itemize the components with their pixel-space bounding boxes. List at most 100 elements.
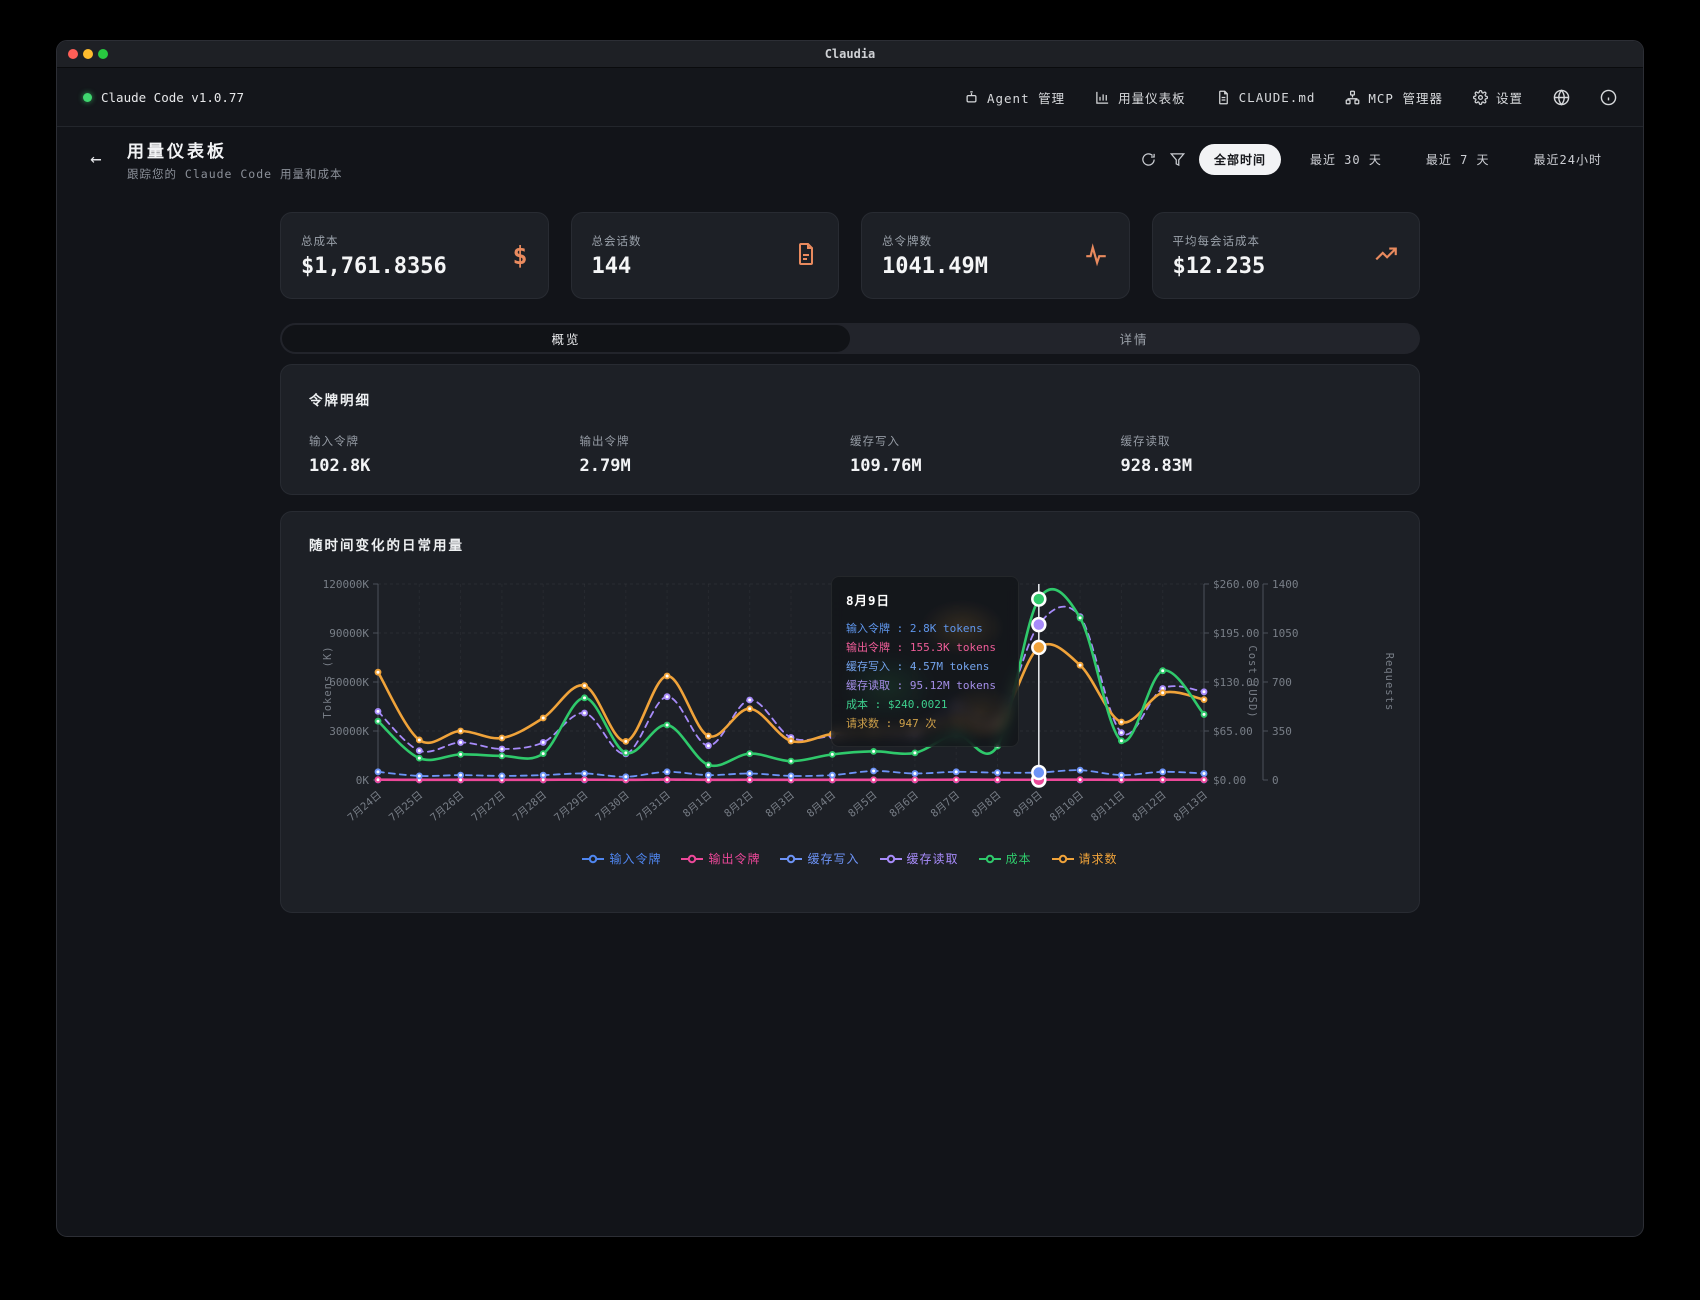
svg-text:1400: 1400: [1272, 578, 1299, 591]
stat-card-total-cost: 总成本 $1,761.8356 $: [280, 212, 549, 299]
svg-text:$0.00: $0.00: [1213, 774, 1246, 787]
token-stat-label: 输入令牌: [309, 433, 580, 449]
gear-icon: [1473, 90, 1488, 105]
svg-text:$195.00: $195.00: [1213, 627, 1259, 640]
svg-text:7月24日: 7月24日: [346, 789, 384, 824]
network-icon: [1345, 90, 1360, 105]
dollar-icon: $: [512, 241, 527, 270]
svg-text:0K: 0K: [356, 774, 370, 787]
filter-last-30-days[interactable]: 最近 30 天: [1295, 144, 1397, 175]
legend-cache-read[interactable]: 缓存读取: [880, 850, 959, 867]
svg-text:7月25日: 7月25日: [387, 789, 425, 824]
svg-text:8月8日: 8月8日: [970, 789, 1003, 820]
daily-usage-chart-card: 随时间变化的日常用量 0K $0.00 0 30000K $65.00 350 60000K…: [280, 511, 1420, 913]
nav-label: Agent 管理: [987, 88, 1065, 107]
nav-claude-md[interactable]: CLAUDE.md: [1216, 90, 1316, 105]
stat-label: 总令牌数: [882, 233, 988, 249]
filter-last-7-days[interactable]: 最近 7 天: [1411, 144, 1505, 175]
info-icon[interactable]: [1600, 89, 1617, 106]
page-header: ← 用量仪表板 跟踪您的 Claude Code 用量和成本 全部时间 最近 3…: [57, 127, 1643, 191]
svg-text:8月10日: 8月10日: [1048, 789, 1086, 824]
svg-text:7月26日: 7月26日: [428, 789, 466, 824]
status-dot-icon: [83, 93, 92, 102]
stat-label: 总会话数: [592, 233, 642, 249]
svg-text:$65.00: $65.00: [1213, 725, 1253, 738]
token-stat-cache-read: 缓存读取 928.83M: [1121, 433, 1392, 476]
nav-mcp-manager[interactable]: MCP 管理器: [1345, 88, 1443, 107]
tab-overview[interactable]: 概览: [282, 325, 850, 352]
token-stat-cache-write: 缓存写入 109.76M: [850, 433, 1121, 476]
stat-value: 144: [592, 254, 642, 279]
token-breakdown-title: 令牌明细: [309, 389, 1391, 409]
chart-title: 随时间变化的日常用量: [301, 534, 1399, 554]
activity-icon: [1083, 241, 1109, 271]
tooltip-row-input: 输入令牌 : 2.8K tokens: [846, 619, 1004, 638]
chart-legend: 输入令牌 输出令牌 缓存写入 缓存读取 成本 请求数: [301, 850, 1399, 867]
app-nav: Agent 管理 用量仪表板 CLAUDE.md MCP 管理器 设置: [964, 88, 1617, 107]
token-stat-output: 输出令牌 2.79M: [580, 433, 851, 476]
svg-text:0: 0: [1272, 774, 1279, 787]
svg-text:7月30日: 7月30日: [593, 789, 631, 824]
filter-last-24-hours[interactable]: 最近24小时: [1519, 144, 1617, 175]
app-header: Claude Code v1.0.77 Agent 管理 用量仪表板 CLAUD…: [57, 68, 1643, 127]
nav-agent-manager[interactable]: Agent 管理: [964, 88, 1065, 107]
svg-text:8月5日: 8月5日: [846, 789, 879, 820]
filter-icon[interactable]: [1170, 152, 1185, 167]
svg-text:60000K: 60000K: [329, 676, 369, 689]
svg-text:700: 700: [1272, 676, 1292, 689]
legend-line-icon: [979, 854, 1001, 864]
titlebar: Claudia: [57, 41, 1643, 68]
tooltip-row-cache-read: 缓存读取 : 95.12M tokens: [846, 676, 1004, 695]
stat-label: 总成本: [301, 233, 447, 249]
svg-text:Requests: Requests: [1383, 653, 1395, 712]
filter-all-time[interactable]: 全部时间: [1199, 144, 1281, 175]
token-stat-label: 缓存读取: [1121, 433, 1392, 449]
svg-text:7月28日: 7月28日: [511, 789, 549, 824]
svg-text:8月7日: 8月7日: [929, 789, 962, 820]
svg-text:Tokens (K): Tokens (K): [322, 645, 334, 718]
globe-icon[interactable]: [1553, 89, 1570, 106]
svg-text:30000K: 30000K: [329, 725, 369, 738]
back-button[interactable]: ←: [83, 148, 109, 170]
svg-text:Cost (USD): Cost (USD): [1246, 645, 1258, 718]
trending-up-icon: [1373, 241, 1399, 271]
bar-chart-icon: [1095, 90, 1110, 105]
app-status: Claude Code v1.0.77: [83, 90, 244, 105]
tab-details[interactable]: 详情: [850, 325, 1418, 352]
legend-line-icon: [880, 854, 902, 864]
window-title: Claudia: [57, 47, 1643, 61]
stat-card-avg-cost-per-session: 平均每会话成本 $12.235: [1152, 212, 1421, 299]
token-stat-value: 928.83M: [1121, 456, 1392, 476]
svg-text:$260.00: $260.00: [1213, 578, 1259, 591]
stat-value: $12.235: [1173, 254, 1266, 279]
nav-settings[interactable]: 设置: [1473, 88, 1523, 107]
nav-usage-dashboard[interactable]: 用量仪表板: [1095, 88, 1186, 107]
svg-text:120000K: 120000K: [323, 578, 370, 591]
legend-line-icon: [780, 854, 802, 864]
legend-input-tokens[interactable]: 输入令牌: [582, 850, 661, 867]
token-stat-value: 2.79M: [580, 456, 851, 476]
stat-value: $1,761.8356: [301, 254, 447, 279]
legend-cache-write[interactable]: 缓存写入: [780, 850, 859, 867]
chart-tooltip: 8月9日 输入令牌 : 2.8K tokens 输出令牌 : 155.3K to…: [831, 576, 1019, 747]
legend-output-tokens[interactable]: 输出令牌: [681, 850, 760, 867]
nav-label: 设置: [1496, 88, 1523, 107]
svg-text:8月9日: 8月9日: [1011, 789, 1044, 820]
legend-cost[interactable]: 成本: [979, 850, 1032, 867]
tooltip-row-cost: 成本 : $240.0021: [846, 695, 1004, 714]
legend-line-icon: [582, 854, 604, 864]
svg-text:8月13日: 8月13日: [1172, 789, 1210, 824]
page-title: 用量仪表板: [127, 137, 343, 162]
refresh-icon[interactable]: [1141, 152, 1156, 167]
svg-text:90000K: 90000K: [329, 627, 369, 640]
bot-icon: [964, 90, 979, 105]
legend-requests[interactable]: 请求数: [1052, 850, 1118, 867]
tooltip-row-cache-write: 缓存写入 : 4.57M tokens: [846, 657, 1004, 676]
nav-label: 用量仪表板: [1118, 88, 1186, 107]
svg-text:350: 350: [1272, 725, 1292, 738]
svg-text:8月1日: 8月1日: [681, 789, 714, 820]
page-subtitle: 跟踪您的 Claude Code 用量和成本: [127, 166, 343, 182]
tooltip-date: 8月9日: [846, 590, 1004, 609]
svg-text:8月6日: 8月6日: [887, 789, 920, 820]
svg-text:7月31日: 7月31日: [635, 789, 673, 824]
